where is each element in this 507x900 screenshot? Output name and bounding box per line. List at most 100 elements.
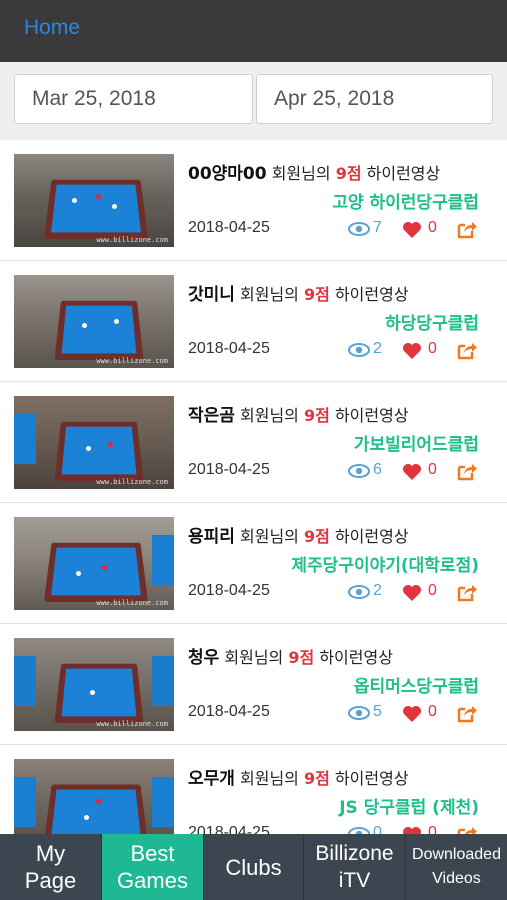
eye-icon (348, 222, 370, 236)
thumbnail-watermark: www.billizone.com (96, 720, 168, 728)
share-button[interactable] (456, 340, 478, 360)
title-label: 하이런영상 (366, 164, 441, 183)
tab-best-games[interactable]: Best Games (102, 834, 204, 900)
eye-icon (348, 706, 370, 720)
home-link[interactable]: Home (24, 16, 80, 40)
like-count-value: 0 (428, 703, 437, 720)
title-suffix: 회원님의 (240, 527, 299, 546)
share-icon (457, 706, 477, 723)
adjacent-table-image (14, 414, 36, 464)
member-nickname: 갓미니 (188, 285, 235, 305)
title-suffix: 회원님의 (240, 406, 299, 425)
member-nickname: 청우 (188, 648, 220, 668)
billiard-table-image (43, 179, 149, 240)
video-thumbnail[interactable]: www.billizone.com (14, 517, 174, 610)
video-title: 작은곰 회원님의 9점 하이런영상 (188, 401, 409, 426)
club-name[interactable]: 옵티머스당구클럽 (354, 672, 479, 697)
view-count-value: 5 (373, 703, 382, 720)
upload-date: 2018-04-25 (188, 582, 270, 599)
video-list-item[interactable]: www.billizone.com 00양마00 회원님의 9점 하이런영상 고… (0, 140, 507, 261)
adjacent-table-image (152, 656, 174, 706)
heart-icon (403, 706, 421, 722)
ball (76, 571, 81, 576)
club-name[interactable]: 제주당구이야기(대학로점) (291, 551, 479, 576)
video-list-item[interactable]: www.billizone.com 작은곰 회원님의 9점 하이런영상 가보빌리… (0, 382, 507, 503)
title-label: 하이런영상 (334, 406, 409, 425)
thumbnail-watermark: www.billizone.com (96, 599, 168, 607)
video-list: www.billizone.com 00양마00 회원님의 9점 하이런영상 고… (0, 140, 507, 834)
view-count-value: 6 (373, 461, 382, 478)
share-button[interactable] (456, 824, 478, 834)
tab-label: Clubs (225, 854, 282, 880)
end-date-field[interactable]: Apr 25, 2018 (256, 74, 493, 124)
adjacent-table-image (14, 656, 36, 706)
tab-label: Best Games (117, 841, 188, 893)
like-count-value: 0 (428, 582, 437, 599)
thumbnail-watermark: www.billizone.com (96, 236, 168, 244)
score-value: 9점 (288, 648, 315, 667)
heart-icon (403, 343, 421, 359)
video-thumbnail[interactable]: www.billizone.com (14, 275, 174, 368)
member-nickname: 00양마00 (188, 164, 267, 184)
ball (114, 319, 119, 324)
ball (112, 204, 117, 209)
top-navigation-bar: Home (0, 0, 507, 62)
club-name[interactable]: 가보빌리어드클럽 (354, 430, 479, 455)
share-button[interactable] (456, 219, 478, 239)
share-button[interactable] (456, 461, 478, 481)
start-date-field[interactable]: Mar 25, 2018 (14, 74, 253, 124)
tab-downloaded-videos[interactable]: Downloaded Videos (406, 834, 507, 900)
score-value: 9점 (304, 769, 330, 788)
ball (96, 194, 101, 199)
video-list-item[interactable]: www.billizone.com 용피리 회원님의 9점 하이런영상 제주당구… (0, 503, 507, 624)
video-title: 청우 회원님의 9점 하이런영상 (188, 643, 393, 668)
share-icon (457, 222, 477, 239)
eye-icon (348, 827, 370, 834)
share-icon (457, 343, 477, 360)
eye-icon (348, 585, 370, 599)
like-count-value: 0 (428, 219, 437, 236)
tab-label: Billizone iTV (315, 842, 394, 892)
like-count-value: 0 (428, 340, 437, 357)
eye-icon (348, 464, 370, 478)
score-value: 9점 (335, 164, 362, 183)
title-suffix: 회원님의 (224, 648, 284, 667)
tab-my-page[interactable]: My Page (0, 834, 102, 900)
share-button[interactable] (456, 703, 478, 723)
adjacent-table-image (14, 777, 36, 827)
ball (84, 815, 89, 820)
tab-label: My Page (24, 841, 77, 893)
upload-date: 2018-04-25 (188, 461, 270, 478)
video-thumbnail[interactable]: www.billizone.com (14, 638, 174, 731)
billiard-table-image (54, 300, 144, 361)
billiard-table-image (54, 421, 144, 482)
tab-clubs[interactable]: Clubs (204, 834, 304, 900)
heart-icon (403, 222, 421, 238)
eye-icon (348, 343, 370, 357)
score-value: 9점 (304, 406, 330, 425)
billiard-table-image (54, 663, 144, 724)
video-list-item[interactable]: www.billizone.com 갓미니 회원님의 9점 하이런영상 하당당구… (0, 261, 507, 382)
share-icon (457, 827, 477, 834)
video-thumbnail[interactable]: www.billizone.com (14, 396, 174, 489)
club-name[interactable]: JS 당구클럽 (제천) (339, 793, 479, 818)
adjacent-table-image (152, 777, 174, 827)
video-thumbnail[interactable]: www.billizone.com (14, 759, 174, 834)
share-button[interactable] (456, 582, 478, 602)
title-label: 하이런영상 (334, 769, 409, 788)
like-count-value: 0 (428, 824, 437, 834)
video-title: 용피리 회원님의 9점 하이런영상 (188, 522, 409, 547)
title-suffix: 회원님의 (240, 769, 299, 788)
club-name[interactable]: 하당당구클럽 (385, 309, 479, 334)
video-thumbnail[interactable]: www.billizone.com (14, 154, 174, 247)
score-value: 9점 (304, 527, 330, 546)
video-list-item[interactable]: www.billizone.com 청우 회원님의 9점 하이런영상 옵티머스당… (0, 624, 507, 745)
view-count-value: 2 (373, 340, 382, 357)
heart-icon (403, 585, 421, 601)
view-count-value: 2 (373, 582, 382, 599)
video-list-item[interactable]: www.billizone.com 오무개 회원님의 9점 하이런영상 JS 당… (0, 745, 507, 834)
club-name[interactable]: 고양 하이런당구클럽 (332, 188, 479, 213)
view-count-value: 7 (373, 219, 382, 236)
tab-billizone-itv[interactable]: Billizone iTV (304, 834, 406, 900)
heart-icon (403, 827, 421, 834)
